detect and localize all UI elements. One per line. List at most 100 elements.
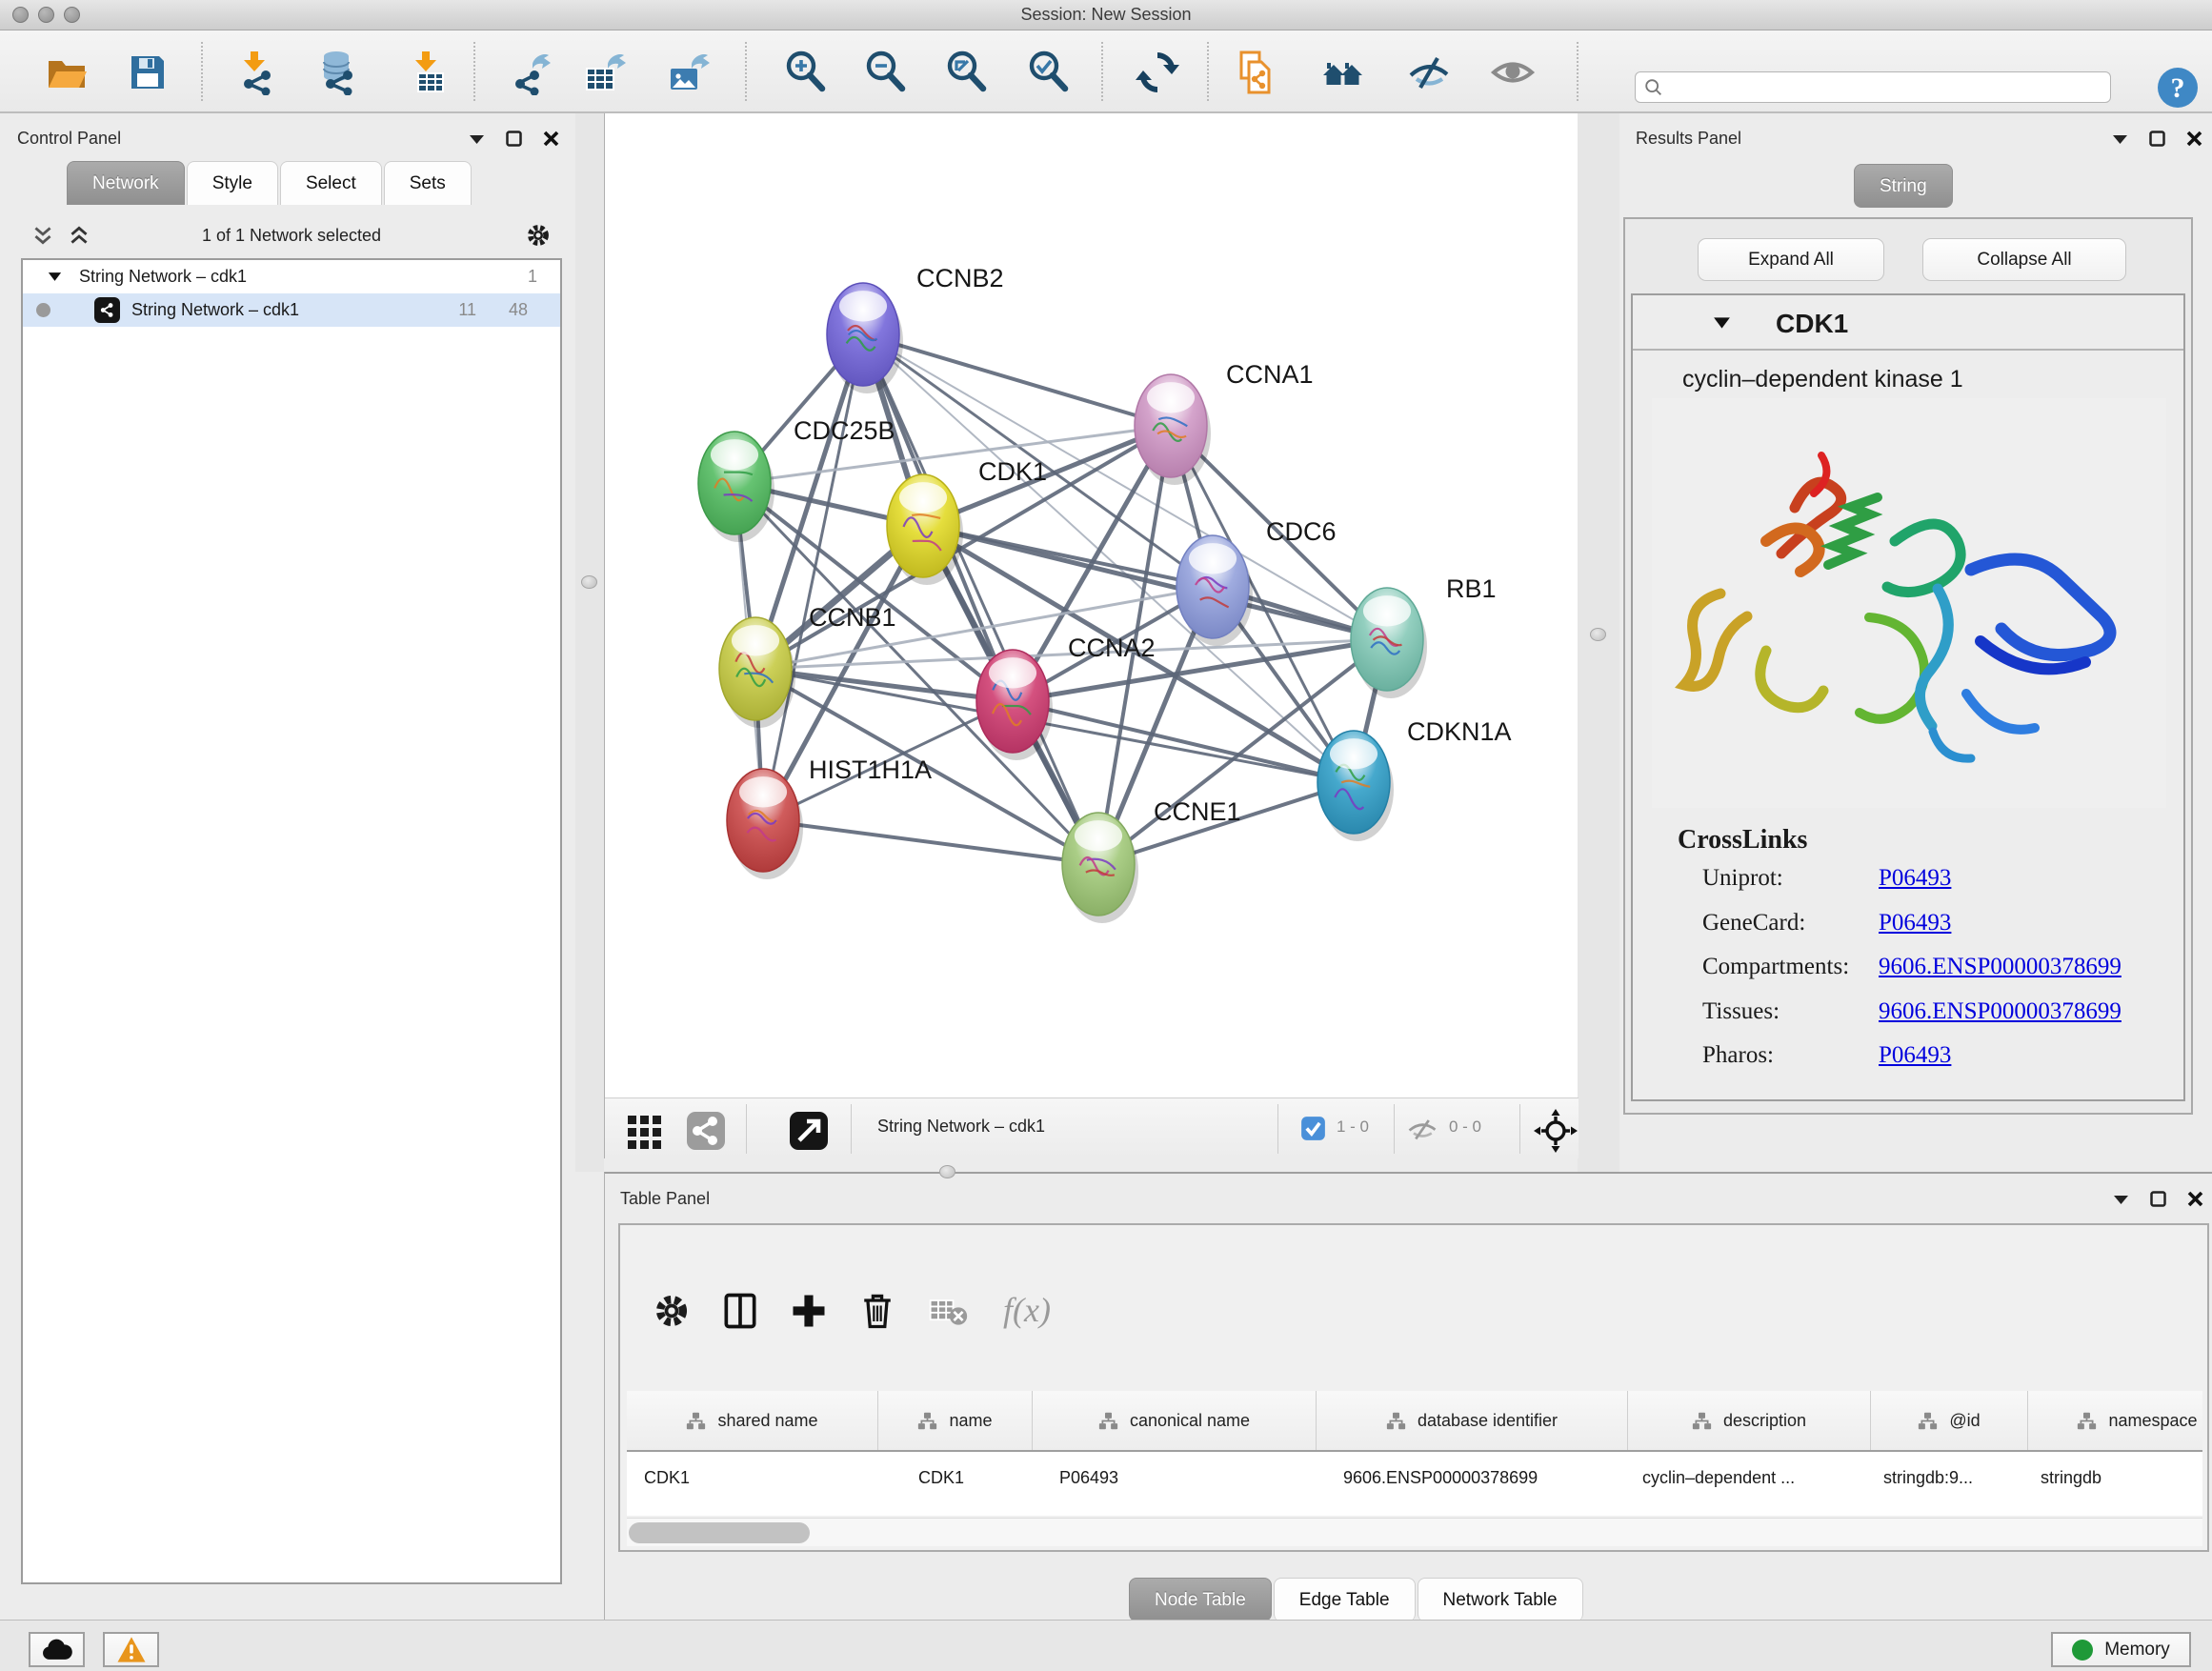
panel-maximize-icon[interactable]: [2149, 131, 2165, 147]
tab-sets[interactable]: Sets: [384, 161, 472, 205]
export-image-button[interactable]: [665, 50, 711, 95]
panel-maximize-icon[interactable]: [506, 131, 522, 147]
column-header-canonical-name[interactable]: canonical name: [1033, 1391, 1317, 1450]
network-options-gear-icon[interactable]: [524, 221, 553, 250]
node-HIST1H1A[interactable]: HIST1H1A: [727, 755, 932, 879]
zoom-in-button[interactable]: [783, 50, 829, 95]
table-cell[interactable]: stringdb:9...: [1871, 1452, 2028, 1504]
cloud-status-button[interactable]: [29, 1632, 85, 1667]
panel-maximize-icon[interactable]: [2150, 1191, 2166, 1207]
table-cell[interactable]: stringdb: [2028, 1452, 2202, 1504]
zoom-out-button[interactable]: [863, 50, 909, 95]
hide-selected-button[interactable]: [1406, 50, 1452, 95]
crosslink-link[interactable]: P06493: [1879, 910, 1951, 936]
network-view-mode-button[interactable]: [683, 1108, 729, 1154]
panel-close-icon[interactable]: [543, 131, 559, 147]
panel-close-icon[interactable]: [2187, 1191, 2203, 1207]
network-canvas[interactable]: CCNB2CCNA1CDC25BCDK1CDC6RB1CCNB1CCNA2CDK…: [605, 113, 1579, 1097]
crosslink-link[interactable]: P06493: [1879, 1042, 1951, 1069]
left-splitter-grip[interactable]: [581, 575, 597, 589]
tab-string[interactable]: String: [1854, 164, 1953, 208]
table-cell[interactable]: 9606.ENSP00000378699: [1317, 1452, 1628, 1504]
memory-button[interactable]: Memory: [2051, 1632, 2191, 1667]
duplicate-network-button[interactable]: [1233, 50, 1278, 95]
delete-column-button[interactable]: [856, 1290, 898, 1332]
node-CDC25B[interactable]: CDC25B: [698, 416, 895, 542]
edge-CCNB2-CCNA1[interactable]: [863, 334, 1171, 426]
show-all-button[interactable]: [1490, 50, 1536, 95]
edge-CCNB2-HIST1H1A[interactable]: [763, 334, 863, 820]
network-row[interactable]: String Network – cdk1 11 48: [23, 293, 560, 327]
column-header--id[interactable]: @id: [1871, 1391, 2028, 1450]
warnings-button[interactable]: [103, 1632, 159, 1667]
tab-network-table[interactable]: Network Table: [1418, 1578, 1583, 1621]
import-database-button[interactable]: [316, 50, 362, 95]
refresh-button[interactable]: [1135, 50, 1180, 95]
tab-style[interactable]: Style: [187, 161, 278, 205]
open-session-button[interactable]: [44, 50, 90, 95]
crosslink-link[interactable]: P06493: [1879, 865, 1951, 892]
network-view[interactable]: CCNB2CCNA1CDC25BCDK1CDC6RB1CCNB1CCNA2CDK…: [604, 113, 1578, 1158]
column-header-database-identifier[interactable]: database identifier: [1317, 1391, 1628, 1450]
panel-float-icon[interactable]: [2113, 1194, 2129, 1205]
panel-close-icon[interactable]: [2186, 131, 2202, 147]
table-cell[interactable]: CDK1: [627, 1452, 878, 1504]
table-cell[interactable]: cyclin–dependent ...: [1628, 1452, 1871, 1504]
node-CDKN1A[interactable]: CDKN1A: [1317, 717, 1512, 841]
grid-view-button[interactable]: [622, 1108, 668, 1154]
help-button[interactable]: ?: [2155, 65, 2199, 109]
create-column-button[interactable]: [788, 1290, 830, 1332]
table-row[interactable]: CDK1CDK1P064939606.ENSP00000378699cyclin…: [627, 1452, 2202, 1505]
tab-network[interactable]: Network: [67, 161, 185, 205]
column-header-namespace[interactable]: namespace: [2028, 1391, 2202, 1450]
left-splitter[interactable]: [575, 113, 604, 1172]
column-header-name[interactable]: name: [878, 1391, 1033, 1450]
expand-all-button[interactable]: Expand All: [1698, 238, 1884, 281]
import-table-button[interactable]: [406, 50, 452, 95]
import-network-button[interactable]: [234, 50, 280, 95]
edge-HIST1H1A-CCNE1[interactable]: [763, 820, 1098, 864]
panel-float-icon[interactable]: [469, 133, 485, 145]
detach-view-button[interactable]: [786, 1108, 832, 1154]
column-fork-icon: [686, 1411, 706, 1431]
search-input[interactable]: [1664, 79, 2083, 96]
zoom-selected-button[interactable]: [1026, 50, 1072, 95]
column-header-shared-name[interactable]: shared name: [627, 1391, 878, 1450]
show-columns-button[interactable]: [719, 1290, 761, 1332]
export-network-button[interactable]: [506, 50, 552, 95]
collapse-all-button[interactable]: Collapse All: [1922, 238, 2126, 281]
scrollbar-thumb[interactable]: [629, 1522, 810, 1543]
right-splitter-grip[interactable]: [1590, 628, 1606, 641]
right-splitter[interactable]: [1578, 113, 1619, 1172]
node-CCNA2[interactable]: CCNA2: [976, 634, 1156, 760]
node-CCNA1[interactable]: CCNA1: [1135, 360, 1314, 485]
edge-CCNB2-CCNE1[interactable]: [863, 334, 1098, 864]
first-neighbors-button[interactable]: [1320, 50, 1366, 95]
save-session-button[interactable]: [125, 50, 171, 95]
tab-select[interactable]: Select: [280, 161, 382, 205]
panel-float-icon[interactable]: [2112, 133, 2128, 145]
crosslink-link[interactable]: 9606.ENSP00000378699: [1879, 998, 2122, 1025]
network-collection-row[interactable]: String Network – cdk1 1: [23, 260, 560, 293]
selected-indicator[interactable]: [1300, 1116, 1326, 1141]
column-header-description[interactable]: description: [1628, 1391, 1871, 1450]
birds-eye-button[interactable]: [1533, 1108, 1579, 1154]
tab-node-table[interactable]: Node Table: [1129, 1578, 1272, 1621]
table-options-button[interactable]: [651, 1290, 693, 1332]
crosslink-link[interactable]: 9606.ENSP00000378699: [1879, 954, 2122, 980]
table-horizontal-scrollbar[interactable]: [627, 1518, 2202, 1546]
export-table-button[interactable]: [581, 50, 627, 95]
node-CCNB2[interactable]: CCNB2: [827, 264, 1004, 393]
tab-edge-table[interactable]: Edge Table: [1274, 1578, 1416, 1621]
node-CCNE1[interactable]: CCNE1: [1062, 797, 1241, 923]
collapse-section-icon[interactable]: [1713, 316, 1731, 330]
protein-card-header[interactable]: CDK1: [1633, 295, 2183, 351]
zoom-fit-button[interactable]: [944, 50, 990, 95]
search-box[interactable]: [1635, 71, 2111, 103]
bottom-splitter-grip[interactable]: [939, 1165, 955, 1178]
tree-expand-icon[interactable]: [48, 272, 62, 282]
table-cell[interactable]: CDK1: [878, 1452, 1033, 1504]
hidden-indicator[interactable]: [1405, 1112, 1439, 1146]
node-RB1[interactable]: RB1: [1351, 574, 1497, 698]
table-cell[interactable]: P06493: [1033, 1452, 1317, 1504]
